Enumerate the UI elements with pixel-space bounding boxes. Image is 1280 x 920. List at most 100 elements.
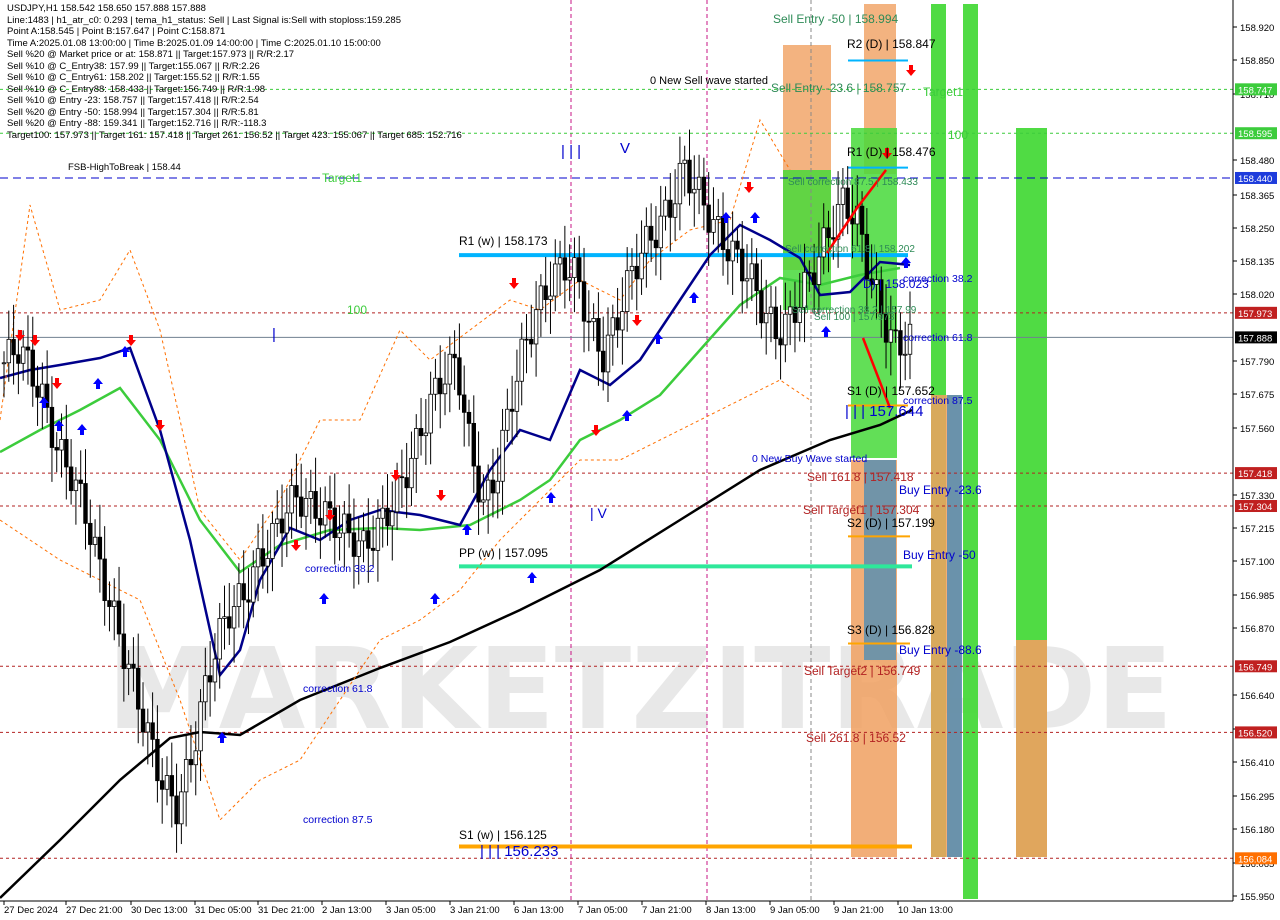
candle-body xyxy=(672,203,678,218)
candle-body xyxy=(246,599,251,603)
candle-body xyxy=(11,338,16,356)
candle-body xyxy=(701,176,707,206)
level-label: Buy Entry -88.6 xyxy=(899,643,982,657)
candle-body xyxy=(629,265,635,272)
info-line: Sell %20 @ Entry -88: 159.341 || Target:… xyxy=(7,118,267,129)
candle-body xyxy=(826,227,831,239)
info-line: Target100: 157.973 || Target 161: 157.41… xyxy=(7,129,462,141)
candle-body xyxy=(404,477,409,489)
candle-body xyxy=(735,240,740,250)
candle-body xyxy=(514,380,520,412)
candle-body xyxy=(624,270,630,312)
candle-body xyxy=(121,633,127,669)
candle-body xyxy=(222,616,227,619)
level-label: Sell Target1 | 157.304 xyxy=(803,503,920,517)
y-tick-label: 157.100 xyxy=(1240,557,1274,568)
watermark: MARKETZITRADE xyxy=(107,625,1173,755)
candle-body xyxy=(740,248,745,282)
candle-body xyxy=(203,675,208,703)
info-line: Line:1483 | h1_atr_c0: 0.293 | tema_h1_s… xyxy=(7,14,401,26)
candle-body xyxy=(759,290,764,324)
candle-body xyxy=(634,265,639,280)
info-line: USDJPY,H1 158.542 158.650 157.888 157.88… xyxy=(7,3,206,14)
candle-body xyxy=(332,507,337,539)
level-label: D) | 158.023 xyxy=(863,277,929,291)
x-tick-label: 3 Jan 21:00 xyxy=(450,905,500,916)
candle-body xyxy=(270,523,275,559)
candle-body xyxy=(217,618,222,660)
candle-body xyxy=(380,507,385,519)
candle-body xyxy=(107,600,112,607)
candle-body xyxy=(275,518,280,524)
candle-body xyxy=(30,349,35,387)
candle-body xyxy=(260,548,266,567)
candle-body xyxy=(509,408,515,412)
candle-body xyxy=(59,439,64,451)
candle-body xyxy=(241,583,246,601)
candle-body xyxy=(35,385,40,398)
price-box-label: 156.749 xyxy=(1238,662,1272,673)
x-tick-label: 9 Jan 21:00 xyxy=(834,905,884,916)
candle-body xyxy=(749,263,755,280)
zone-box xyxy=(947,395,962,857)
level-label: S2 (D) | 157.199 xyxy=(847,516,935,530)
price-box-label: 158.440 xyxy=(1238,174,1272,185)
candle-body xyxy=(476,465,481,503)
y-tick-label: 158.480 xyxy=(1240,156,1274,167)
candle-body xyxy=(442,383,448,395)
x-tick-label: 31 Dec 05:00 xyxy=(195,905,252,916)
x-tick-label: 7 Jan 05:00 xyxy=(578,905,628,916)
candle-body xyxy=(83,483,88,524)
candle-body xyxy=(615,317,620,331)
candle-body xyxy=(155,738,160,782)
candle-body xyxy=(524,338,529,341)
y-tick-label: 158.365 xyxy=(1240,191,1274,202)
level-label: Sell correction 61.8 | 158.202 xyxy=(785,244,915,255)
candle-body xyxy=(78,479,83,484)
candle-body xyxy=(692,188,697,194)
candle-body xyxy=(6,338,11,364)
candle-body xyxy=(361,530,366,542)
price-box-label: 158.747 xyxy=(1238,85,1272,96)
x-tick-label: 2 Jan 13:00 xyxy=(322,905,372,916)
candle-body xyxy=(668,199,673,218)
zone-box xyxy=(1016,640,1047,857)
candle-body xyxy=(183,759,189,793)
candle-body xyxy=(399,476,405,479)
candle-body xyxy=(313,491,318,519)
level-label: Sell correction 87.5 | 158.433 xyxy=(788,177,918,188)
candle-body xyxy=(231,606,237,629)
x-tick-label: 27 Dec 2024 xyxy=(4,905,58,916)
candle-body xyxy=(452,353,457,359)
candle-body xyxy=(303,498,309,517)
info-line: Sell %20 @ Market price or at: 158.871 |… xyxy=(7,49,295,60)
candle-body xyxy=(653,239,659,249)
info-line: Sell %10 @ C_Entry61: 158.202 || Target:… xyxy=(7,72,260,83)
y-tick-label: 158.020 xyxy=(1240,290,1274,301)
candle-body xyxy=(696,176,702,190)
candle-body xyxy=(898,330,903,356)
candle-body xyxy=(284,512,290,534)
level-label: | V xyxy=(590,505,608,521)
y-tick-label: 155.950 xyxy=(1240,892,1274,903)
candle-body xyxy=(840,187,846,205)
candle-body xyxy=(485,479,491,501)
candle-body xyxy=(131,663,136,669)
candle-body xyxy=(850,218,855,225)
level-label: Sell 100 | 157.973 xyxy=(814,312,895,323)
y-tick-label: 157.560 xyxy=(1240,424,1274,435)
level-label: 100 xyxy=(948,128,968,142)
candle-body xyxy=(255,548,261,568)
price-box-label: 157.304 xyxy=(1238,502,1272,513)
level-label: Sell 261.8 | 156.52 xyxy=(806,731,906,745)
candle-body xyxy=(327,501,333,509)
level-label: Buy Entry -23.6 xyxy=(899,483,982,497)
y-tick-label: 156.410 xyxy=(1240,758,1274,769)
candle-body xyxy=(859,205,865,235)
y-tick-label: 158.920 xyxy=(1240,23,1274,34)
level-label: R2 (D) | 158.847 xyxy=(847,37,936,51)
level-label: V xyxy=(620,140,630,157)
candle-body xyxy=(500,429,505,482)
info-line: Sell %10 @ Entry -23: 158.757 || Target:… xyxy=(7,95,259,106)
candle-body xyxy=(744,278,750,282)
